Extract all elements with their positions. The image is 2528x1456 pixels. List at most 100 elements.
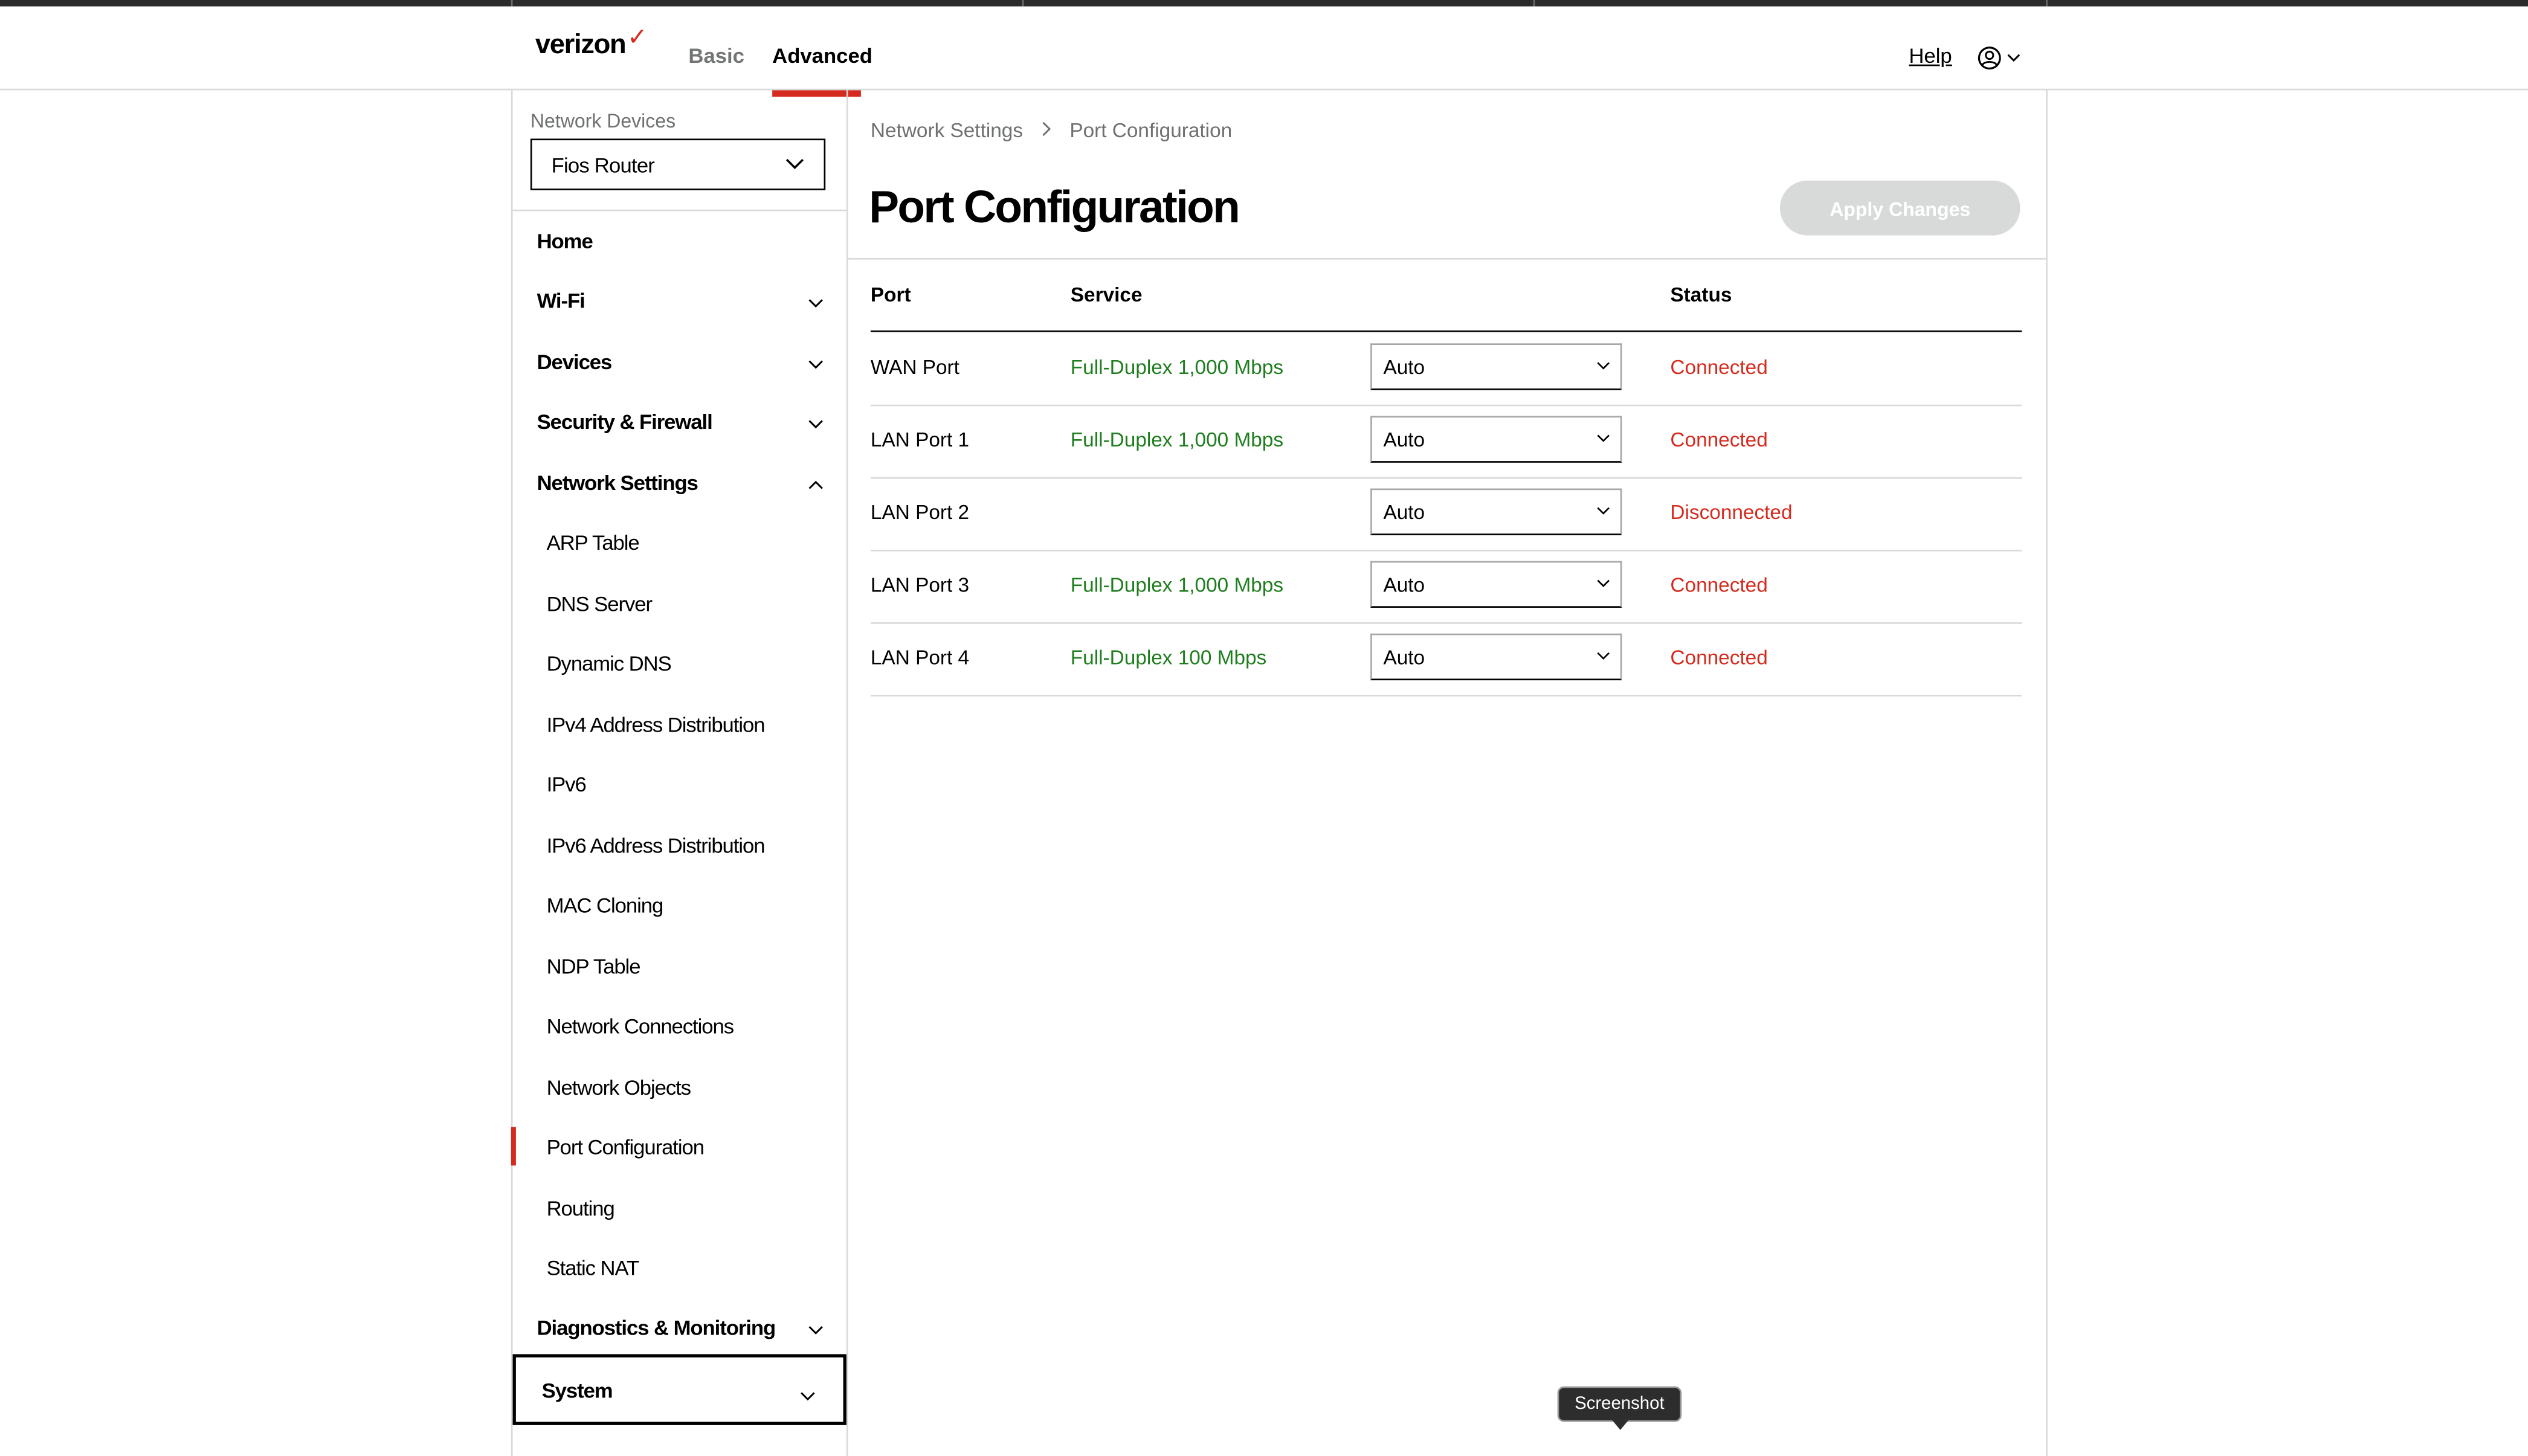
sidebar-item-label: System [541,1378,613,1403]
sidebar-subitem-label: Network Objects [546,1075,692,1100]
port-status: Connected [1670,428,1768,452]
sidebar-subitem-label: MAC Cloning [546,893,664,918]
user-menu[interactable] [1976,45,2025,74]
port-mode-value: Auto [1383,501,1425,524]
sidebar-item-devices[interactable]: Devices [513,338,846,387]
port-mode-value: Auto [1383,573,1425,597]
sidebar-subitem-label: NDP Table [546,954,641,979]
screenshot-tooltip: Screenshot [1557,1386,1682,1430]
chevron-down-icon [1597,579,1610,587]
port-name: LAN Port 4 [870,646,970,669]
sidebar-subitem-label: IPv4 Address Distribution [546,712,766,737]
sidebar-item-label: Security & Firewall [537,409,713,434]
sidebar-item-network-settings[interactable]: Network Settings [513,459,846,507]
sidebar-subitem-label: Routing [546,1196,615,1220]
sidebar-item-label: Home [537,228,593,253]
user-circle-icon [1978,47,2020,70]
sidebar-divider [512,209,846,211]
chevron-right-icon [1042,119,1051,141]
column-header-service: Service [1070,283,1143,306]
port-mode-select[interactable]: Auto [1370,488,1622,535]
breadcrumb-current: Port Configuration [1069,118,1233,142]
breadcrumb: Network Settings Port Configuration [871,118,1232,141]
apply-changes-button[interactable]: Apply Changes [1779,180,2020,236]
device-select-value: Fios Router [551,153,655,178]
sidebar-subitem-label: Dynamic DNS [546,651,672,676]
chevron-down-icon [808,1326,823,1335]
sidebar-subitem-label: Port Configuration [546,1135,705,1159]
page-title: Port Configuration [869,182,1240,233]
device-select[interactable]: Fios Router [530,138,826,190]
table-row: LAN Port 2 Auto Disconnected [870,477,2022,552]
sidebar-item-diagnostics[interactable]: Diagnostics & Monitoring [513,1304,846,1353]
port-name: LAN Port 2 [870,501,970,524]
sidebar-subitem-arp-table[interactable]: ARP Table [513,519,846,567]
sidebar-subitem-dns-server[interactable]: DNS Server [513,581,846,629]
tab-basic[interactable]: Basic [688,43,744,68]
sidebar-subitem-ipv6[interactable]: IPv6 [513,761,846,809]
sidebar-subitem-ndp-table[interactable]: NDP Table [513,943,846,991]
sidebar-subitem-port-configuration[interactable]: Port Configuration [511,1124,846,1172]
sidebar-subitem-network-objects[interactable]: Network Objects [513,1064,846,1112]
title-divider [846,257,2046,260]
table-row: LAN Port 4 Full-Duplex 100 Mbps Auto Con… [870,622,2022,697]
sidebar-subitem-label: IPv6 [546,772,587,797]
chevron-down-icon [808,360,823,369]
network-devices-label: Network Devices [530,109,676,132]
port-mode-value: Auto [1383,646,1425,669]
sidebar-subitem-ipv4-distribution[interactable]: IPv4 Address Distribution [513,701,846,750]
window-top-strip [0,0,2528,7]
port-mode-select[interactable]: Auto [1370,416,1622,463]
sidebar-item-home[interactable]: Home [513,217,846,266]
sidebar-subitem-static-nat[interactable]: Static NAT [513,1245,846,1293]
sidebar-item-label: Network Settings [537,471,698,495]
sidebar: Network Devices Fios Router Home Wi-Fi D… [511,90,848,1456]
chevron-down-icon [1597,362,1610,370]
chevron-down-icon [801,1392,815,1401]
chevron-down-icon [1597,652,1610,660]
table-row: LAN Port 3 Full-Duplex 1,000 Mbps Auto C… [870,550,2022,624]
port-mode-select[interactable]: Auto [1370,561,1622,608]
main-right-border [2046,90,2048,1456]
port-name: WAN Port [870,356,959,379]
sidebar-subitem-label: ARP Table [546,530,640,555]
sidebar-subitem-dynamic-dns[interactable]: Dynamic DNS [513,640,846,688]
breadcrumb-network-settings[interactable]: Network Settings [871,119,1023,141]
chevron-down-icon [785,158,804,169]
top-header: verizon ✓ Basic Advanced Help [0,6,2528,91]
table-row: WAN Port Full-Duplex 1,000 Mbps Auto Con… [870,332,2022,407]
column-header-status: Status [1670,283,1732,306]
port-status: Disconnected [1670,501,1793,524]
port-mode-select[interactable]: Auto [1370,343,1622,390]
port-service: Full-Duplex 1,000 Mbps [1070,573,1284,597]
port-mode-select[interactable]: Auto [1370,633,1622,681]
verizon-logo[interactable]: verizon ✓ [535,24,648,61]
chevron-down-icon [1597,507,1610,515]
chevron-down-icon [808,420,823,429]
port-mode-value: Auto [1383,356,1425,379]
column-header-port: Port [870,283,911,306]
port-name: LAN Port 3 [870,573,970,597]
sidebar-subitem-ipv6-distribution[interactable]: IPv6 Address Distribution [513,822,846,871]
sidebar-subitem-label: Static NAT [546,1255,640,1280]
port-status: Connected [1670,573,1768,597]
sidebar-subitem-label: DNS Server [546,591,653,616]
chevron-down-icon [808,299,823,308]
chevron-up-icon [808,480,823,489]
sidebar-subitem-label: IPv6 Address Distribution [546,833,766,858]
sidebar-subitem-routing[interactable]: Routing [513,1185,846,1233]
port-service: Full-Duplex 1,000 Mbps [1070,356,1284,379]
sidebar-item-security-firewall[interactable]: Security & Firewall [513,398,846,446]
sidebar-item-label: Diagnostics & Monitoring [537,1315,776,1340]
port-mode-value: Auto [1383,428,1425,452]
sidebar-item-label: Devices [537,350,613,375]
sidebar-item-label: Wi-Fi [537,288,585,313]
page: verizon ✓ Basic Advanced Help Network Dev… [0,0,2528,1456]
tab-advanced[interactable]: Advanced [772,43,872,68]
help-link[interactable]: Help [1909,43,1952,68]
sidebar-subitem-mac-cloning[interactable]: MAC Cloning [513,882,846,930]
port-status: Connected [1670,356,1768,379]
sidebar-subitem-network-connections[interactable]: Network Connections [513,1003,846,1051]
sidebar-item-wifi[interactable]: Wi-Fi [513,277,846,326]
sidebar-item-system[interactable]: System [512,1354,846,1425]
